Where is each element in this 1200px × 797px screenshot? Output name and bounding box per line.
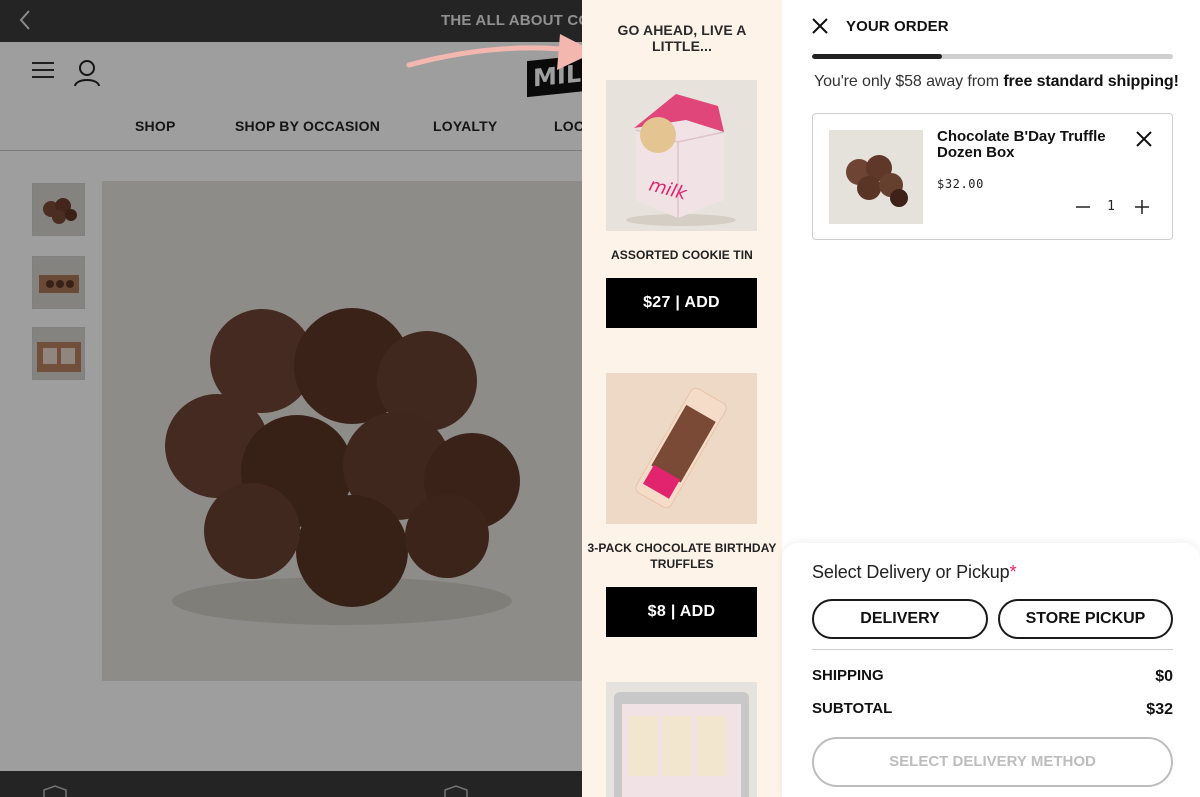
upsell-product-image[interactable]: milk	[606, 80, 757, 231]
cart-line-item: Chocolate B'Day Truffle Dozen Box $32.00…	[812, 113, 1173, 240]
remove-icon[interactable]	[1135, 130, 1153, 148]
minus-icon[interactable]	[1074, 198, 1092, 216]
close-icon[interactable]	[810, 16, 830, 36]
shipping-progress-bar	[812, 54, 1173, 59]
upsell-product-name: ASSORTED COOKIE TIN	[611, 248, 753, 262]
delivery-option-button[interactable]: DELIVERY	[812, 599, 988, 639]
line-item-image[interactable]	[829, 130, 923, 224]
shipping-message-highlight: free standard shipping!	[1003, 73, 1179, 90]
delivery-method-label: Select Delivery or Pickup*	[812, 562, 1017, 583]
shipping-message-text: You're only $58 away from	[814, 73, 1004, 90]
cart-title: YOUR ORDER	[846, 18, 949, 35]
select-delivery-method-button[interactable]: SELECT DELIVERY METHOD	[812, 737, 1173, 787]
required-asterisk: *	[1009, 562, 1017, 582]
arrow-decoration	[406, 34, 595, 70]
store-pickup-option-button[interactable]: STORE PICKUP	[998, 599, 1173, 639]
subtotal-value: $32	[1146, 701, 1173, 718]
shipping-value: $0	[1155, 668, 1173, 685]
add-to-cart-button[interactable]: $8 | ADD	[606, 587, 757, 637]
upsell-panel: GO AHEAD, LIVE A LITTLE... milk ASSORTED…	[582, 0, 782, 797]
checkout-panel: Select Delivery or Pickup* DELIVERY STOR…	[782, 543, 1200, 797]
shipping-progress-fill	[812, 54, 942, 59]
subtotal-label: SUBTOTAL	[812, 700, 893, 717]
line-item-name[interactable]: Chocolate B'Day Truffle Dozen Box	[937, 129, 1117, 161]
upsell-product-image[interactable]	[606, 682, 757, 797]
shipping-label: SHIPPING	[812, 667, 884, 684]
shipping-message: You're only $58 away from free standard …	[814, 73, 1179, 91]
quantity-value: 1	[1107, 199, 1115, 214]
cart-drawer: YOUR ORDER You're only $58 away from fre…	[782, 0, 1200, 797]
upsell-title: GO AHEAD, LIVE A LITTLE...	[617, 22, 747, 54]
upsell-product-image[interactable]	[606, 373, 757, 524]
checkout-divider	[812, 649, 1173, 650]
upsell-product-name: 3-PACK CHOCOLATE BIRTHDAY TRUFFLES	[587, 541, 777, 571]
delivery-method-label-text: Select Delivery or Pickup	[812, 562, 1010, 582]
add-to-cart-button[interactable]: $27 | ADD	[606, 278, 757, 328]
plus-icon[interactable]	[1133, 198, 1151, 216]
line-item-price: $32.00	[937, 177, 984, 191]
